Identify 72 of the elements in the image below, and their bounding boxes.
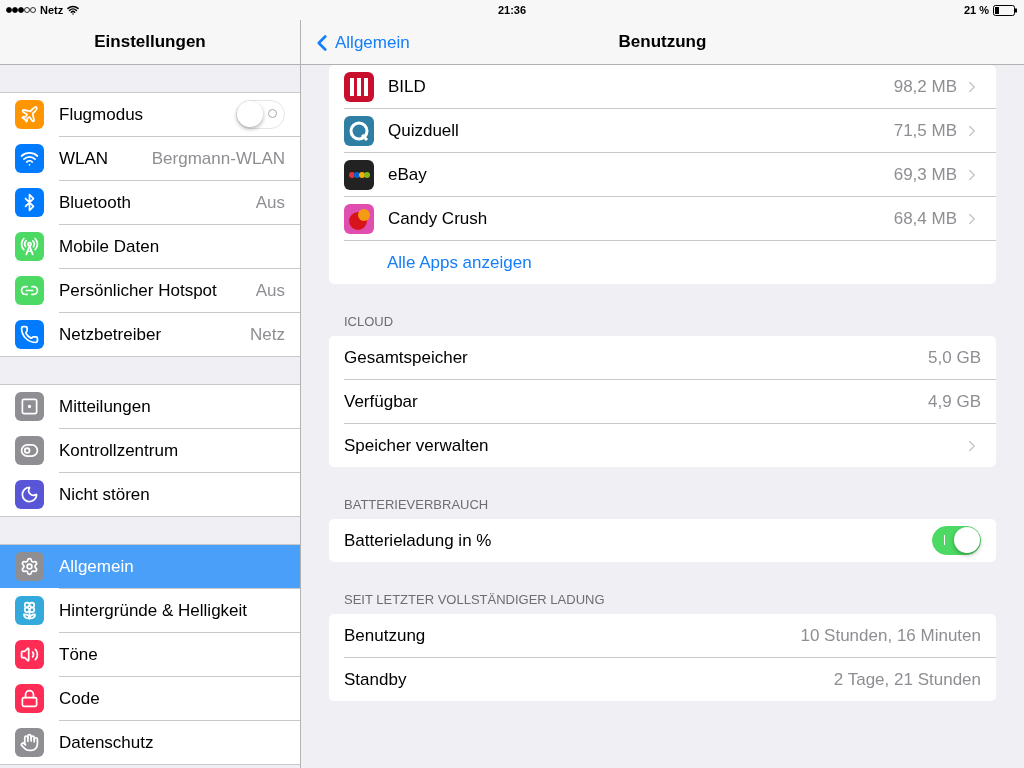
row-value: 5,0 GB (928, 347, 981, 368)
row-label: Gesamtspeicher (344, 347, 469, 368)
settings-label: WLAN (59, 148, 110, 169)
back-button[interactable]: Allgemein (307, 28, 412, 58)
battery-icon (993, 4, 1018, 16)
settings-label: Töne (59, 644, 99, 665)
section-header: SEIT LETZTER VOLLSTÄNDIGER LADUNG (343, 591, 606, 609)
page-title: Benutzung (618, 32, 707, 52)
app-icon (344, 203, 374, 234)
app-size: 71,5 MB (893, 120, 957, 141)
section-header: ICLOUD (343, 313, 395, 331)
lock-icon (15, 684, 44, 713)
settings-label: Persönlicher Hotspot (59, 280, 218, 301)
row-label: Batterieladung in % (344, 530, 493, 551)
row-label: Benutzung (344, 625, 427, 646)
hand-icon (15, 728, 44, 757)
app-name: BILD (388, 76, 427, 97)
settings-value: Netz (250, 324, 285, 345)
app-row[interactable]: Quizduell 71,5 MB (329, 109, 996, 152)
section-header: BATTERIEVERBRAUCH (343, 496, 490, 514)
notification-icon (15, 392, 44, 421)
carrier-name: Netz (40, 4, 64, 16)
signal-icon (6, 7, 36, 13)
app-icon (344, 159, 374, 190)
settings-value: Aus (255, 192, 285, 213)
settings-label: Mobile Daten (59, 236, 161, 257)
app-icon (344, 71, 374, 102)
settings-label: Code (59, 688, 101, 709)
settings-label: Mitteilungen (59, 396, 152, 417)
battery-percentage: 21 % (963, 4, 989, 16)
antenna-icon (15, 232, 44, 261)
link-icon (15, 276, 44, 305)
app-icon (344, 115, 374, 146)
settings-label: Kontrollzentrum (59, 440, 180, 461)
wifi-icon (67, 4, 80, 16)
row-value: 4,9 GB (928, 391, 981, 412)
bluetooth-icon (15, 188, 44, 217)
flower-icon (15, 596, 44, 625)
settings-label: Bluetooth (59, 192, 132, 213)
clock-time: 21:36 (497, 4, 527, 16)
settings-label: Datenschutz (59, 732, 155, 753)
app-size: 68,4 MB (893, 208, 957, 229)
app-row[interactable]: eBay 69,3 MB (329, 153, 996, 196)
settings-label: Hintergründe & Helligkeit (59, 600, 249, 621)
wifi-icon (15, 144, 44, 173)
settings-value: Aus (255, 280, 285, 301)
phone-icon (15, 320, 44, 349)
row-value: 2 Tage, 21 Stunden (833, 669, 981, 690)
app-name: Quizduell (388, 120, 460, 141)
settings-label: Allgemein (59, 556, 135, 577)
row-label: Standby (344, 669, 408, 690)
gear-icon (15, 552, 44, 581)
settings-label: Flugmodus (59, 104, 145, 125)
sidebar-title: Einstellungen (94, 32, 206, 52)
row-label: Speicher verwalten (344, 435, 490, 456)
app-size: 69,3 MB (893, 164, 957, 185)
settings-label: Netzbetreiber (59, 324, 163, 345)
speaker-icon (15, 640, 44, 669)
app-size: 98,2 MB (893, 76, 957, 97)
app-row[interactable]: Candy Crush 68,4 MB (329, 197, 996, 240)
settings-value: Bergmann-WLAN (151, 148, 285, 169)
settings-label: Nicht stören (59, 484, 151, 505)
switches-icon (15, 436, 44, 465)
app-name: Candy Crush (388, 208, 489, 229)
app-row[interactable]: BILD 98,2 MB (329, 65, 996, 108)
show-all-apps-link[interactable]: Alle Apps anzeigen (387, 252, 532, 273)
airplane-icon (15, 100, 44, 129)
row-value: 10 Stunden, 16 Minuten (800, 625, 981, 646)
row-label: Verfügbar (344, 391, 419, 412)
moon-icon (15, 480, 44, 509)
toggle-switch[interactable] (932, 526, 981, 555)
app-name: eBay (388, 164, 428, 185)
